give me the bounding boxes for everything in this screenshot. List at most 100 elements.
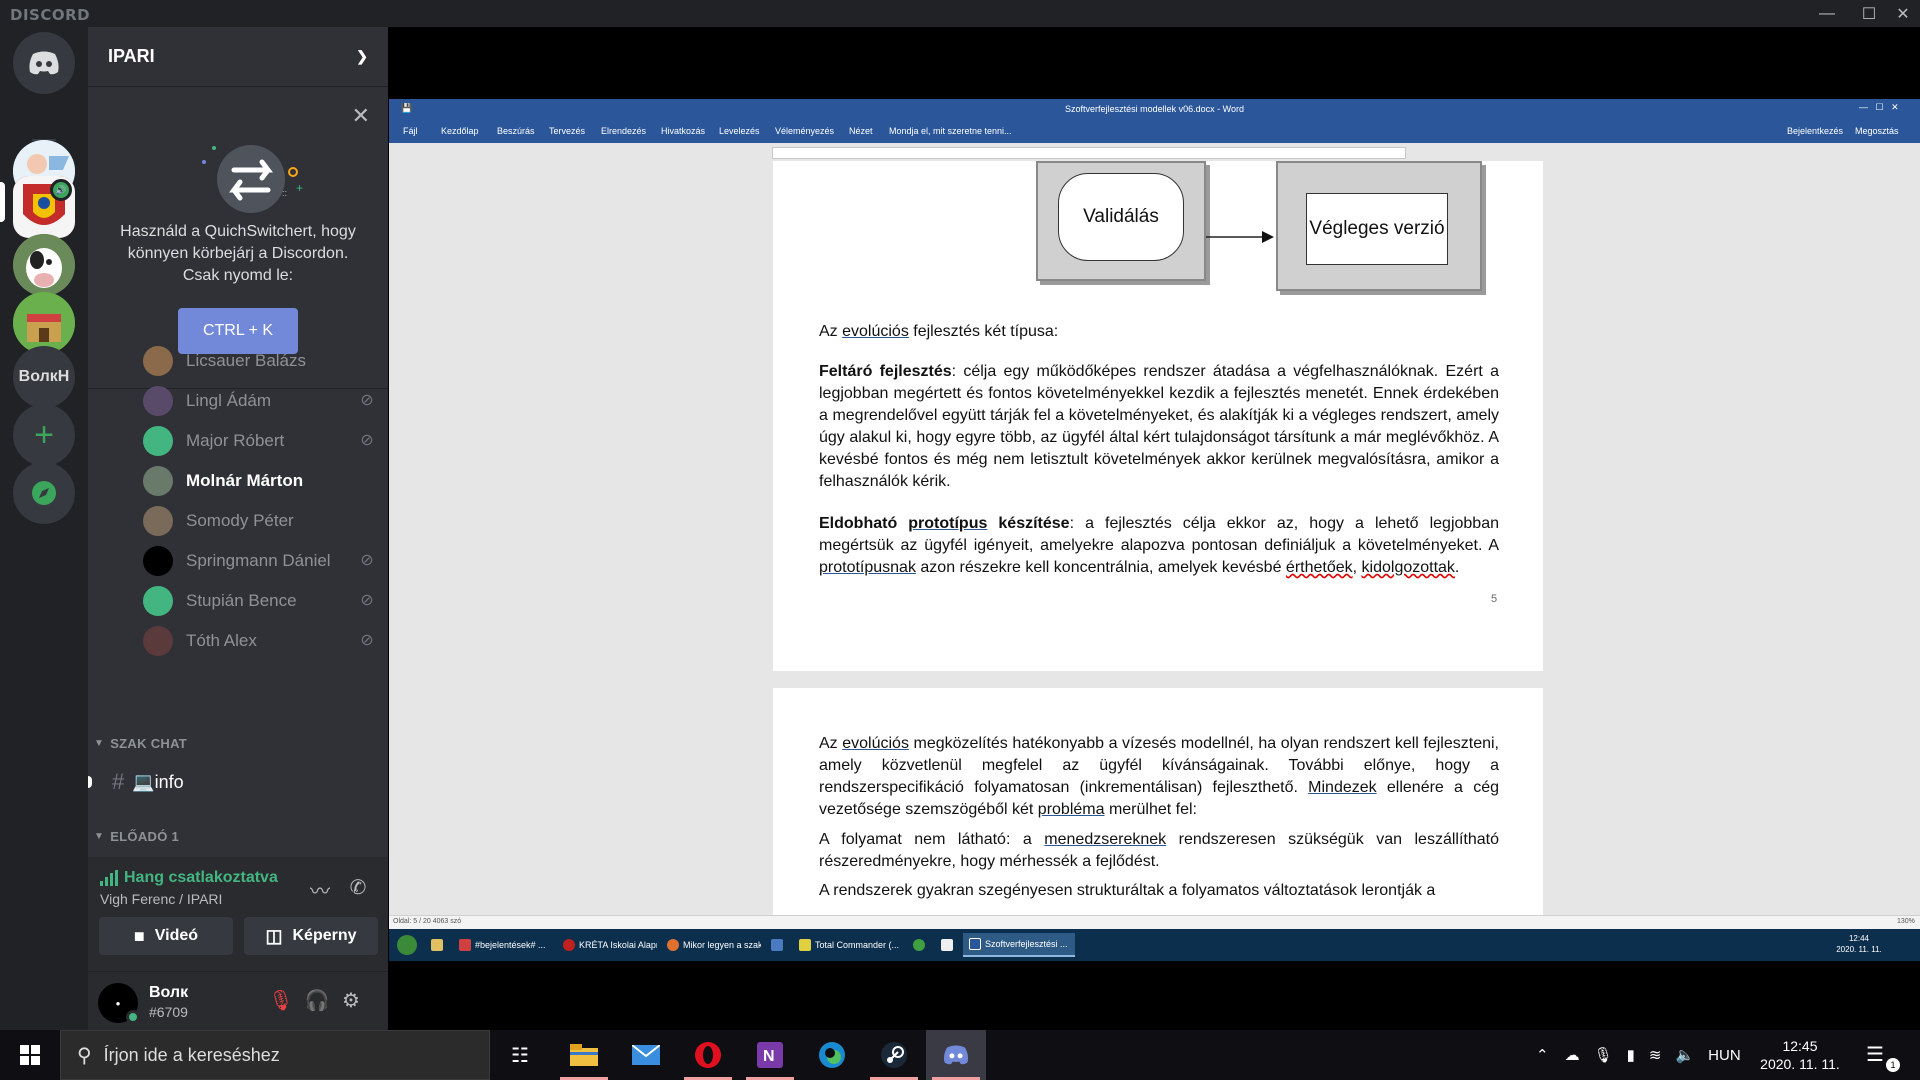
server-icon-volk[interactable]: ВолкН [13,346,75,408]
remote-task-label: KRÉTA Iskolai Alapr... [579,940,657,950]
remote-app-icon [907,933,931,957]
search-icon: ⚲ [77,1044,92,1067]
server-icon-4[interactable] [13,292,75,354]
online-status-icon [126,1010,140,1024]
windows-taskbar: ⚲ Írjon ide a kereséshez ☷ N ⌃ ☁ 🎙 ▮ ≋ 🔈… [0,1030,1920,1080]
voice-member[interactable]: Springmann Dániel ⊘ [143,542,378,580]
muted-icon: ⊘ [360,432,374,449]
voice-member[interactable]: Somody Péter [143,502,378,540]
username: Волк [149,984,189,1001]
taskbar-search[interactable]: ⚲ Írjon ide a kereséshez [60,1030,490,1080]
remote-time: 12:44 [1848,934,1870,943]
avatar [143,386,173,416]
member-name: Molnár Márton [186,471,304,490]
diagram-node-validation: Validálás [1058,173,1184,261]
switch-arrows-icon: + :: [202,145,303,213]
voice-member[interactable]: Licsauer Balázs [143,342,378,380]
screen-label: Képerny [292,927,357,944]
voice-status-label: Hang csatlakoztatva [124,869,278,886]
microphone-muted-icon[interactable]: 🎙 [268,988,294,1014]
microphone-icon[interactable]: 🎙 [1594,1046,1613,1064]
gear-icon[interactable]: ⚙ [338,988,364,1014]
screen-icon: ◫ [265,925,283,946]
voice-member[interactable]: Tóth Alex ⊘ [143,622,378,660]
remote-app-icon [425,933,449,957]
category-label: SZAK CHAT [110,736,188,751]
screen-share-button[interactable]: ◫ Képerny [244,917,378,955]
paragraph: A folyamat nem látható: a menedzsereknek… [819,831,1499,870]
member-name: Springmann Dániel [186,551,331,570]
onenote-button[interactable]: N [740,1030,800,1080]
server-abbreviation: ВолкН [18,368,70,385]
noise-suppression-icon[interactable]: 〰 [306,875,334,903]
word-ribbon-tabs: Fájl Kezdőlap Beszúrás Tervezés Elrendez… [389,119,1920,143]
category-szak-chat[interactable]: ▼ SZAK CHAT [94,736,187,751]
folder-icon [570,1044,598,1066]
voice-member[interactable]: Major Róbert ⊘ [143,422,378,460]
member-name: Stupián Bence [186,591,297,610]
discord-taskbar-button[interactable] [926,1030,986,1080]
game-avatar-icon [13,292,75,354]
language-indicator[interactable]: HUN [1708,1047,1741,1064]
plus-icon: + [34,415,54,454]
notification-center-icon[interactable]: ☰ [1866,1042,1884,1067]
muted-icon: ⊘ [360,392,374,409]
category-eloado[interactable]: ▼ ELŐADÓ 1 [94,829,179,844]
cloud-icon[interactable]: ☁ [1565,1046,1580,1064]
paragraph: Az evolúciós fejlesztés két típusa: [819,323,1059,340]
add-server-button[interactable]: + [13,404,75,466]
tab-layout: Elrendezés [601,126,647,136]
save-icon: 💾 [401,103,413,113]
headphones-icon[interactable]: 🎧 [304,988,330,1014]
chevron-up-icon[interactable]: ⌃ [1536,1046,1549,1064]
avatar [143,346,173,376]
disconnect-icon[interactable]: ✆ [344,875,372,903]
voice-member[interactable]: Lingl Ádám ⊘ [143,382,378,420]
camera-icon: ■ [133,925,145,946]
server-icon-3[interactable] [13,234,75,296]
close-button[interactable]: ✕ [1886,0,1920,27]
paragraph: Feltáró fejlesztés: célja egy működőképe… [819,363,1499,490]
voice-member[interactable]: Stupián Bence ⊘ [143,582,378,620]
explore-servers-button[interactable] [13,462,75,524]
volume-icon[interactable]: 🔈 [1675,1046,1694,1064]
edge-icon [819,1042,845,1068]
quickswitcher-text: Használd a QuichSwitchert, hogy könnyen … [120,223,356,284]
tab-mailings: Levelezés [719,126,760,136]
remote-task-4: Total Commander (... [793,933,903,957]
wifi-icon[interactable]: ≋ [1649,1046,1662,1064]
discord-icon [944,1045,968,1065]
page-number: 5 [1491,593,1498,605]
home-button[interactable] [13,32,75,94]
signal-icon [100,870,118,886]
remote-clock: 12:44 2020. 11. 11. [1829,933,1889,955]
file-explorer-button[interactable] [554,1030,614,1080]
voice-location[interactable]: Vigh Ferenc / IPARI [100,891,222,907]
discord-wordmark: DISCORD [10,6,91,24]
opera-button[interactable] [678,1030,738,1080]
battery-icon[interactable]: ▮ [1627,1046,1635,1064]
word-title: Szoftverfejlesztési modellek v06.docx - … [1065,104,1244,114]
start-button[interactable] [0,1030,60,1080]
video-button[interactable]: ■ Videó [99,917,233,955]
clock-time: 12:45 [1782,1038,1818,1054]
search-placeholder: Írjon ide a kereséshez [103,1044,280,1065]
task-view-button[interactable]: ☷ [490,1030,550,1080]
steam-button[interactable] [864,1030,924,1080]
arrow-icon [1206,231,1274,243]
maximize-button[interactable]: ☐ [1852,0,1886,27]
voice-member[interactable]: Molnár Márton [143,462,378,500]
chevron-down-icon: ▼ [94,831,105,842]
close-icon[interactable]: ✕ [352,103,370,129]
edge-button[interactable] [802,1030,862,1080]
voice-status: Hang csatlakoztatva [100,869,278,887]
channel-info[interactable]: # 💻info [112,765,382,799]
mail-button[interactable] [616,1030,676,1080]
minimize-button[interactable]: — [1810,0,1844,27]
tab-review: Véleményezés [775,126,835,136]
server-header[interactable]: IPARI ❯ [88,27,388,87]
remote-task-5: Szoftverfejlesztési ... [963,933,1075,957]
remote-task-label: Mikor legyen a szak... [683,940,761,950]
remote-task-1: #bejelentések# ... [453,933,553,957]
clock[interactable]: 12:45 2020. 11. 11. [1760,1037,1840,1073]
